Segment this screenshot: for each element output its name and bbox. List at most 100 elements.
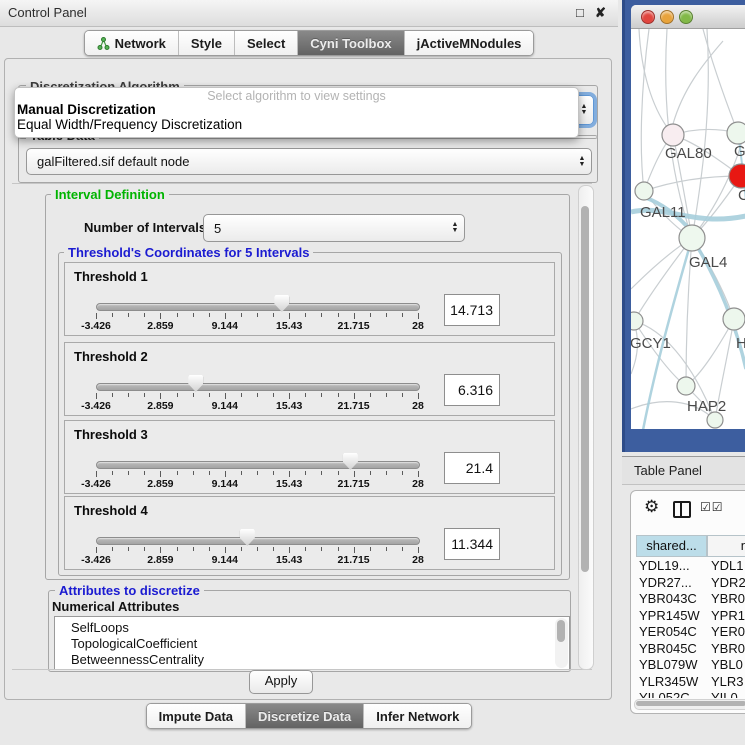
numerical-attributes-list[interactable]: SelfLoopsTopologicalCoefficientBetweenne… bbox=[54, 616, 570, 670]
tab-style[interactable]: Style bbox=[178, 31, 234, 55]
scrollbar-thumb[interactable] bbox=[636, 701, 745, 706]
slider-tick bbox=[321, 313, 322, 317]
stepper-arrows-icon: ▲▼ bbox=[573, 156, 591, 168]
slider-tick bbox=[257, 313, 258, 317]
slider-tick bbox=[418, 471, 419, 477]
gear-icon[interactable]: ⚙ bbox=[644, 497, 659, 517]
table-row[interactable]: YBL079WYBL0 bbox=[631, 657, 745, 673]
table-row[interactable]: YDL19...YDL1 bbox=[631, 558, 745, 574]
threshold-value-field[interactable]: 6.316 bbox=[444, 374, 500, 406]
network-node[interactable] bbox=[635, 182, 653, 200]
table-row[interactable]: YLR345WYLR3 bbox=[631, 674, 745, 690]
bottom-tab-impute-data[interactable]: Impute Data bbox=[147, 704, 245, 728]
attribute-item[interactable]: BetweennessCentrality bbox=[55, 652, 569, 668]
threshold-row: Threshold 4-3.4262.8599.14415.4321.71528… bbox=[64, 496, 555, 570]
table-row[interactable]: YER054CYER0 bbox=[631, 624, 745, 640]
table-h-scrollbar[interactable] bbox=[634, 699, 745, 710]
table-row[interactable]: YBR043CYBR0 bbox=[631, 591, 745, 607]
threshold-slider-track[interactable] bbox=[96, 303, 420, 311]
node-table[interactable]: YDL19...YDL1YDR27...YDR2YBR043CYBR0YPR14… bbox=[631, 558, 745, 698]
network-window-titlebar[interactable] bbox=[631, 5, 745, 29]
slider-tick bbox=[144, 313, 145, 317]
slider-tick bbox=[112, 313, 113, 317]
cell-name: YDR2 bbox=[711, 575, 745, 591]
slider-tick bbox=[257, 471, 258, 475]
network-node-label: GAL4 bbox=[689, 254, 727, 271]
bottom-tab-discretize-data[interactable]: Discretize Data bbox=[245, 704, 363, 728]
close-window-icon[interactable] bbox=[641, 10, 655, 24]
cell-name: YBR0 bbox=[711, 641, 745, 657]
table-row[interactable]: YDR27...YDR2 bbox=[631, 575, 745, 591]
table-row[interactable]: YBR045CYBR0 bbox=[631, 641, 745, 657]
slider-tick bbox=[273, 313, 274, 317]
close-icon[interactable]: ✘ bbox=[595, 5, 606, 21]
slider-tick bbox=[144, 471, 145, 475]
threshold-value-field[interactable]: 21.4 bbox=[444, 452, 500, 484]
slider-tick bbox=[209, 471, 210, 475]
minimize-window-icon[interactable] bbox=[660, 10, 674, 24]
attributes-list-scrollbar[interactable] bbox=[555, 618, 568, 668]
bottom-tab-infer-network[interactable]: Infer Network bbox=[363, 704, 471, 728]
network-node[interactable] bbox=[727, 122, 745, 144]
network-node[interactable] bbox=[677, 377, 695, 395]
table-row[interactable]: YIL052CYIL0 bbox=[631, 690, 745, 698]
apply-button[interactable]: Apply bbox=[249, 670, 313, 694]
column-header[interactable]: shared... bbox=[636, 535, 707, 557]
threshold-value-field[interactable]: 11.344 bbox=[444, 528, 500, 560]
table-data-combobox[interactable]: galFiltered.sif default node ▲▼ bbox=[26, 148, 592, 175]
float-icon[interactable]: □ bbox=[576, 5, 584, 20]
slider-tick bbox=[193, 547, 194, 551]
threshold-slider-track[interactable] bbox=[96, 383, 420, 391]
network-node[interactable] bbox=[723, 308, 745, 330]
control-panel-scrollbar[interactable] bbox=[578, 185, 594, 670]
slider-tick bbox=[209, 393, 210, 397]
network-node[interactable] bbox=[729, 164, 745, 188]
threshold-label: Threshold 4 bbox=[74, 503, 148, 518]
scrollbar-thumb[interactable] bbox=[581, 206, 589, 572]
slider-tick bbox=[96, 313, 97, 319]
slider-tick bbox=[386, 471, 387, 475]
cell-name: YBL0 bbox=[711, 657, 743, 673]
slider-tick-label: -3.426 bbox=[69, 554, 123, 566]
algorithm-option[interactable]: Manual Discretization bbox=[15, 102, 578, 117]
number-of-intervals-combobox[interactable]: 5 ▲▼ bbox=[203, 214, 465, 242]
threshold-slider-track[interactable] bbox=[96, 461, 420, 469]
scrollbar-thumb[interactable] bbox=[557, 620, 565, 642]
tab-cyni-toolbox[interactable]: Cyni Toolbox bbox=[297, 31, 403, 55]
table-row[interactable]: YPR145WYPR1 bbox=[631, 608, 745, 624]
network-node[interactable] bbox=[631, 312, 643, 330]
threshold-value-field[interactable]: 14.713 bbox=[444, 294, 500, 326]
network-canvas[interactable]: GAL80GACGAL11GAL4GCY1HHAP2 bbox=[631, 29, 745, 429]
thresholds-group-title: Threshold's Coordinates for 5 Intervals bbox=[64, 245, 313, 260]
tab-select[interactable]: Select bbox=[234, 31, 297, 55]
network-node[interactable] bbox=[662, 124, 684, 146]
algorithm-option[interactable]: Equal Width/Frequency Discretization bbox=[15, 117, 578, 132]
network-node-label: GA bbox=[734, 143, 745, 160]
threshold-label: Threshold 2 bbox=[74, 349, 148, 364]
zoom-window-icon[interactable] bbox=[679, 10, 693, 24]
network-node[interactable] bbox=[679, 225, 705, 251]
control-panel-tabs: NetworkStyleSelect Cyni Toolbox jActiveMNo… bbox=[0, 30, 618, 56]
attribute-item[interactable]: SelfLoops bbox=[55, 617, 569, 636]
tab-label: jActiveMNodules bbox=[417, 36, 522, 51]
threshold-slider-track[interactable] bbox=[96, 537, 420, 545]
column-header[interactable]: name bbox=[707, 535, 745, 557]
tab-network[interactable]: Network bbox=[85, 31, 178, 55]
slider-tick-label: 9.144 bbox=[198, 554, 252, 566]
slider-tick bbox=[128, 547, 129, 551]
cyni-bottom-tabs: Impute DataDiscretize DataInfer Network bbox=[0, 703, 618, 729]
slider-tick bbox=[338, 471, 339, 475]
tab-label: Cyni Toolbox bbox=[310, 36, 391, 51]
slider-tick bbox=[338, 547, 339, 551]
attribute-item[interactable]: TopologicalCoefficient bbox=[55, 636, 569, 652]
tab-jactivemnodules[interactable]: jActiveMNodules bbox=[404, 31, 534, 55]
slider-tick bbox=[241, 393, 242, 397]
checked-box-icons[interactable]: ☑☑ bbox=[700, 500, 724, 514]
slider-tick bbox=[338, 313, 339, 317]
slider-tick-label: 21.715 bbox=[327, 320, 381, 332]
split-columns-icon[interactable] bbox=[673, 501, 691, 518]
network-node-label: HAP2 bbox=[687, 398, 726, 415]
slider-tick-label: -3.426 bbox=[69, 400, 123, 412]
cell-name: YPR1 bbox=[711, 608, 745, 624]
slider-tick bbox=[354, 393, 355, 399]
